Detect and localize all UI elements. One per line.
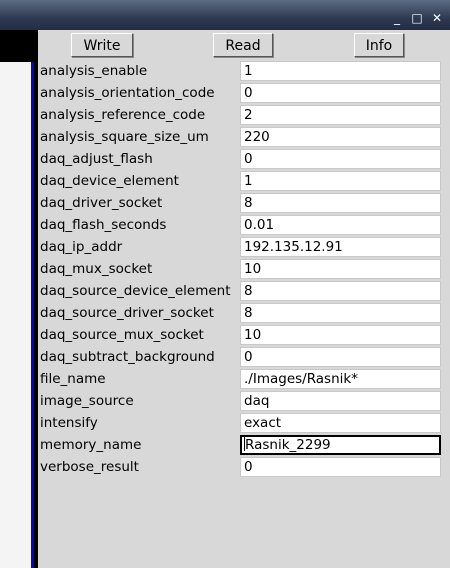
settings-list: analysis_enable 1 analysis_orientation_cod…	[38, 60, 450, 478]
setting-row: daq_source_driver_socket 8	[38, 302, 450, 324]
setting-row: daq_adjust_flash 0	[38, 148, 450, 170]
setting-label: analysis_square_size_um	[40, 129, 209, 145]
setting-label: daq_source_driver_socket	[40, 305, 214, 321]
minimize-icon[interactable]: _	[390, 11, 404, 25]
setting-value-field[interactable]: 0	[240, 83, 441, 103]
setting-value-field[interactable]: daq	[240, 391, 441, 411]
setting-row: analysis_orientation_code 0	[38, 82, 450, 104]
image-panel	[0, 30, 38, 568]
image-area	[0, 62, 31, 568]
setting-row: daq_flash_seconds 0.01	[38, 214, 450, 236]
window-titlebar: _ □ ✕	[0, 0, 450, 31]
setting-label: daq_subtract_background	[40, 349, 215, 365]
setting-row: image_source daq	[38, 390, 450, 412]
setting-value-field[interactable]: 0	[240, 457, 441, 477]
setting-label: intensify	[40, 415, 98, 431]
setting-label: analysis_enable	[40, 63, 148, 79]
setting-value-field[interactable]: 1	[240, 61, 441, 81]
setting-row: memory_name Rasnik_2299	[38, 434, 450, 456]
setting-row: analysis_enable 1	[38, 60, 450, 82]
setting-value-field[interactable]: 10	[240, 259, 441, 279]
setting-label: daq_device_element	[40, 173, 179, 189]
setting-value-field[interactable]: 8	[240, 281, 441, 301]
setting-value-field[interactable]: 220	[240, 127, 441, 147]
setting-label: daq_source_mux_socket	[40, 327, 204, 343]
setting-label: memory_name	[40, 437, 142, 453]
setting-label: image_source	[40, 393, 134, 409]
setting-row: daq_driver_socket 8	[38, 192, 450, 214]
setting-value-field[interactable]: 8	[240, 193, 441, 213]
setting-label: daq_driver_socket	[40, 195, 163, 211]
setting-label: file_name	[40, 371, 106, 387]
setting-row: daq_subtract_background 0	[38, 346, 450, 368]
setting-label: daq_source_device_element	[40, 283, 231, 299]
setting-row: daq_ip_addr 192.135.12.91	[38, 236, 450, 258]
setting-value-field[interactable]: 8	[240, 303, 441, 323]
setting-label: daq_adjust_flash	[40, 151, 153, 167]
setting-label: daq_flash_seconds	[40, 217, 167, 233]
setting-row: daq_device_element 1	[38, 170, 450, 192]
setting-row: daq_source_device_element 8	[38, 280, 450, 302]
setting-label: daq_mux_socket	[40, 261, 153, 277]
setting-value-field[interactable]: exact	[240, 413, 441, 433]
write-button[interactable]: Write	[71, 33, 133, 57]
setting-row: daq_source_mux_socket 10	[38, 324, 450, 346]
setting-label: daq_ip_addr	[40, 239, 123, 255]
setting-row: file_name ./Images/Rasnik*	[38, 368, 450, 390]
setting-label: analysis_reference_code	[40, 107, 206, 123]
maximize-icon[interactable]: □	[410, 11, 424, 25]
setting-label: analysis_orientation_code	[40, 85, 215, 101]
read-button[interactable]: Read	[213, 33, 273, 57]
setting-value-field[interactable]: 192.135.12.91	[240, 237, 441, 257]
setting-value-field[interactable]: 2	[240, 105, 441, 125]
close-icon[interactable]: ✕	[430, 11, 444, 25]
window-controls: _ □ ✕	[390, 11, 444, 25]
setting-label: verbose_result	[40, 459, 139, 475]
setting-value-field[interactable]: 0	[240, 347, 441, 367]
setting-row: daq_mux_socket 10	[38, 258, 450, 280]
setting-row: intensify exact	[38, 412, 450, 434]
setting-row: analysis_reference_code 2	[38, 104, 450, 126]
setting-value-field[interactable]: 1	[240, 171, 441, 191]
setting-value-field[interactable]: 10	[240, 325, 441, 345]
setting-value-field[interactable]: Rasnik_2299	[240, 435, 441, 455]
setting-value-field[interactable]: ./Images/Rasnik*	[240, 369, 441, 389]
setting-value-field[interactable]: 0	[240, 149, 441, 169]
toolbar: Write Read Info	[38, 30, 450, 60]
setting-row: analysis_square_size_um 220	[38, 126, 450, 148]
setting-value-field[interactable]: 0.01	[240, 215, 441, 235]
info-button[interactable]: Info	[354, 33, 404, 57]
image-border	[31, 62, 34, 568]
setting-row: verbose_result 0	[38, 456, 450, 478]
